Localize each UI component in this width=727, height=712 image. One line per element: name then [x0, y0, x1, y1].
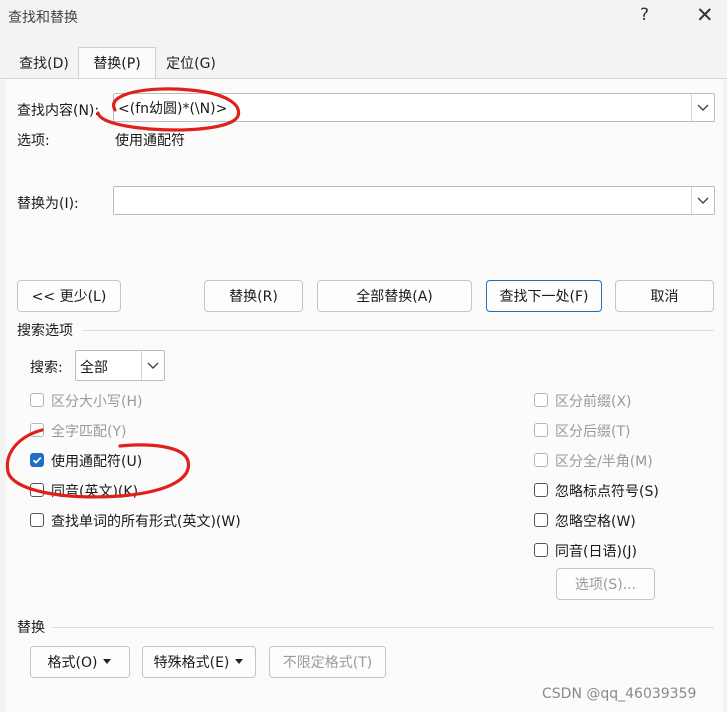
annotation-circle-options [5, 428, 191, 499]
annotation-overlay [5, 87, 241, 499]
annotation-circle-find [96, 87, 241, 132]
